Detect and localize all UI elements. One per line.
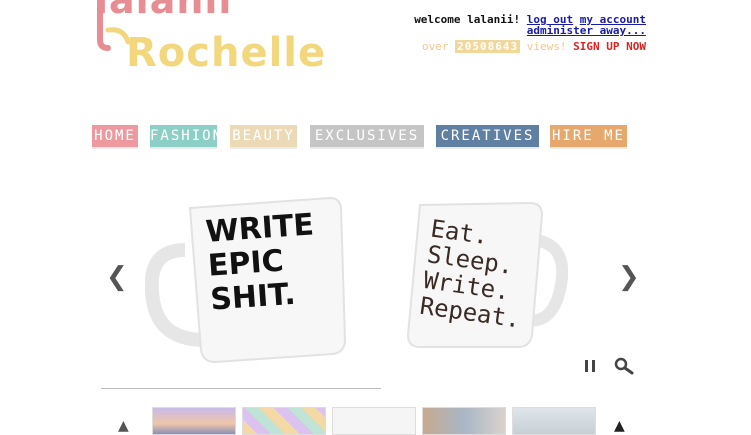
administer-link[interactable]: administer away... bbox=[527, 24, 646, 37]
mug-2-text: Eat. Sleep. Write. Repeat. bbox=[418, 214, 533, 333]
thumbnail-5[interactable] bbox=[512, 407, 596, 435]
signup-link[interactable]: SIGN UP NOW bbox=[573, 40, 646, 53]
thumbnail-1[interactable] bbox=[152, 407, 236, 435]
magnifier-icon[interactable] bbox=[614, 357, 634, 375]
nav-tab-hire-me[interactable]: HIRE ME bbox=[550, 125, 627, 147]
mug-1-text: WRITE EPIC SHIT. bbox=[205, 207, 320, 317]
slider-progress-bar bbox=[101, 388, 381, 389]
logo-line-1[interactable]: lalanii bbox=[95, 0, 232, 22]
chevron-left-icon[interactable]: ❮ bbox=[106, 262, 128, 292]
views-counter: 20508643 bbox=[455, 40, 521, 53]
thumbnail-2[interactable] bbox=[242, 407, 326, 435]
chevron-right-icon[interactable]: ❯ bbox=[618, 262, 640, 292]
logo-line-2[interactable]: Rochelle bbox=[126, 30, 326, 76]
nav-tab-beauty[interactable]: BEAUTY bbox=[230, 125, 297, 147]
welcome-text: welcome lalanii! bbox=[414, 13, 521, 26]
thumbnail-4[interactable] bbox=[422, 407, 506, 435]
pause-icon[interactable] bbox=[584, 359, 596, 373]
nav-tab-fashion[interactable]: FASHION bbox=[150, 125, 221, 147]
thumbs-left-icon[interactable]: ▲ bbox=[118, 418, 129, 434]
nav-tab-home[interactable]: HOME bbox=[92, 125, 138, 147]
views-suffix: views! bbox=[526, 40, 567, 53]
views-line: over 20508643 views! SIGN UP NOW bbox=[422, 40, 646, 53]
nav-tab-creatives[interactable]: CREATIVES bbox=[436, 125, 539, 147]
views-prefix: over bbox=[422, 40, 449, 53]
thumbs-right-icon[interactable]: ▲ bbox=[614, 418, 625, 434]
admin-line: administer away... bbox=[527, 24, 646, 37]
nav-tab-exclusives[interactable]: EXCLUSIVES bbox=[310, 125, 424, 147]
thumbnail-3[interactable] bbox=[332, 407, 416, 435]
